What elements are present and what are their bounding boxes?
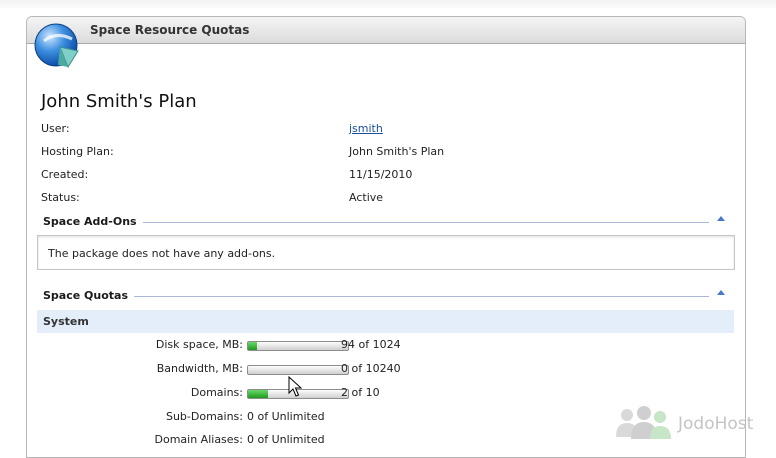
space-quotas-panel: Space Resource Quotas John Smith's Plan …	[26, 16, 746, 458]
field-created: Created: 11/15/2010	[41, 168, 721, 184]
mouse-cursor-icon	[288, 376, 302, 397]
collapse-addons-icon[interactable]	[717, 216, 725, 221]
field-status: Status: Active	[41, 191, 721, 207]
quota-row: Sub-Domains: 0 of Unlimited	[37, 410, 637, 426]
plan-title: John Smith's Plan	[41, 91, 197, 112]
quota-progress-bar	[247, 365, 349, 375]
quota-value: 0 of Unlimited	[247, 410, 325, 423]
created-label: Created:	[41, 168, 89, 181]
quota-progress-fill	[248, 390, 268, 398]
quota-value: 94 of 1024	[341, 338, 401, 351]
created-value: 11/15/2010	[349, 168, 413, 181]
section-quotas-title: Space Quotas	[43, 289, 134, 302]
watermark-text: JodoHost	[678, 414, 754, 434]
quota-row: Bandwidth, MB: 0 of 10240	[37, 362, 637, 378]
people-logo-icon	[616, 406, 671, 439]
hosting-plan-value: John Smith's Plan	[349, 145, 445, 158]
field-hosting-plan: Hosting Plan: John Smith's Plan	[41, 145, 721, 161]
addons-message: The package does not have any add-ons.	[48, 247, 276, 260]
status-label: Status:	[41, 191, 80, 204]
addons-box: The package does not have any add-ons.	[37, 235, 735, 270]
user-link[interactable]: jsmith	[349, 122, 383, 135]
quota-value: 2 of 10	[341, 386, 380, 399]
section-addons-header: Space Add-Ons	[43, 215, 727, 231]
quota-value: 0 of Unlimited	[247, 433, 325, 446]
status-value: Active	[349, 191, 384, 204]
quota-label: Domains:	[190, 386, 243, 399]
watermark: JodoHost	[614, 405, 764, 441]
user-label: User:	[41, 122, 70, 135]
quota-progress-fill	[248, 342, 257, 350]
quota-row: Domain Aliases: 0 of Unlimited	[37, 433, 637, 449]
section-divider	[43, 296, 709, 297]
section-quotas-header: Space Quotas	[43, 289, 727, 305]
globe-logo-icon	[34, 23, 79, 69]
quota-group-title: System	[43, 315, 89, 328]
quota-group-header: System	[37, 310, 734, 333]
quota-label: Sub-Domains:	[165, 410, 243, 423]
quota-label: Disk space, MB:	[155, 338, 243, 351]
section-addons-title: Space Add-Ons	[43, 215, 143, 228]
panel-title: Space Resource Quotas	[90, 23, 250, 37]
section-divider	[43, 222, 709, 223]
quota-row: Disk space, MB: 94 of 1024	[37, 338, 637, 354]
quota-value: 0 of 10240	[341, 362, 401, 375]
collapse-quotas-icon[interactable]	[717, 290, 725, 295]
quota-progress-bar	[247, 341, 349, 351]
hosting-plan-label: Hosting Plan:	[41, 145, 114, 158]
quota-label: Bandwidth, MB:	[156, 362, 243, 375]
field-user: User: jsmith	[41, 122, 721, 138]
quota-row: Domains: 2 of 10	[37, 386, 637, 402]
quota-label: Domain Aliases:	[154, 433, 244, 446]
top-strip	[0, 0, 776, 8]
